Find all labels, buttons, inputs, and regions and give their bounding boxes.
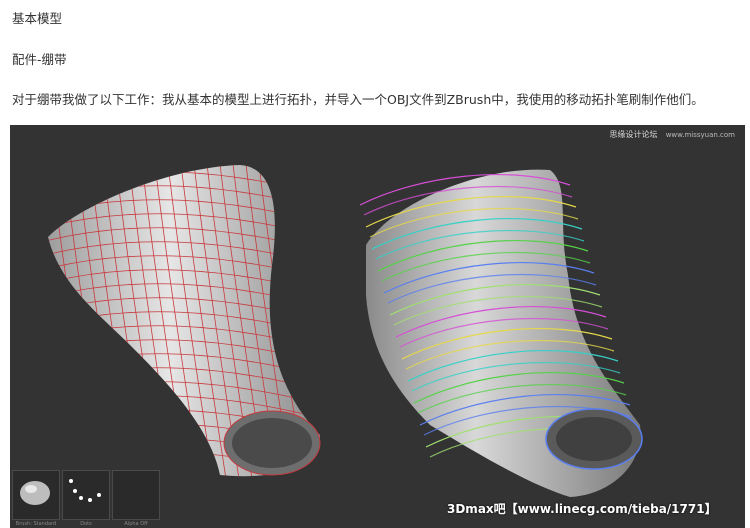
section-heading-bandage: 配件-绷带 (12, 52, 67, 67)
stroke-slot[interactable]: Dots (62, 470, 110, 527)
stroke-dots-icon (69, 479, 101, 502)
brush-slot[interactable]: Brush: Standard (12, 470, 60, 527)
watermark-top: 思缘设计论坛 www.missyuan.com (609, 129, 735, 140)
clay-brush-icon (20, 481, 50, 505)
alpha-slot-label: Alpha Off (124, 521, 148, 527)
alpha-slot[interactable]: Alpha Off (112, 470, 160, 527)
watermark-caption: 3Dmax吧【www.linecg.com/tieba/1771】 (447, 502, 717, 516)
brush-tray: Brush: Standard Dots Alpha Off (12, 470, 160, 527)
brush-slot-label: Brush: Standard (15, 521, 57, 527)
watermark-site-text: 思缘设计论坛 (609, 130, 658, 139)
bandage-topology-model (359, 169, 643, 497)
watermark-url-text: www.missyuan.com (665, 131, 735, 139)
render-scene (48, 165, 643, 497)
section-heading-base-model: 基本模型 (12, 11, 63, 26)
stroke-slot-label: Dots (80, 521, 92, 527)
base-mesh-model (48, 165, 321, 477)
zbrush-viewport-image: 思缘设计论坛 www.missyuan.com Brush: Standard … (10, 125, 745, 528)
paragraph-bandage-description: 对于绷带我做了以下工作：我从基本的模型上进行拓扑，并导入一个OBJ文件到ZBru… (12, 92, 704, 107)
